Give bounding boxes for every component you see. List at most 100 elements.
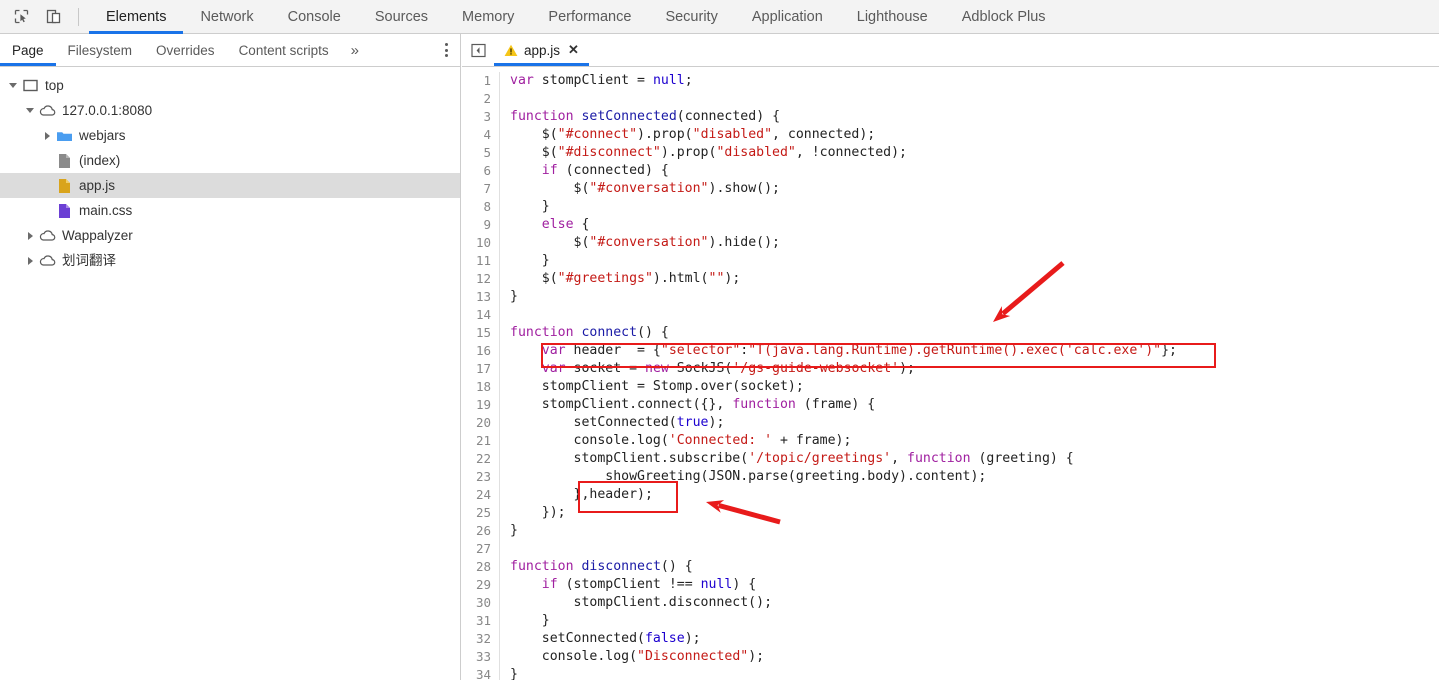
line-content[interactable]: var header = {"selector":"T(java.lang.Ru… — [500, 342, 1177, 360]
line-content[interactable]: var socket = new SockJS('/gs-guide-webso… — [500, 360, 915, 378]
line-content[interactable]: } — [500, 666, 518, 680]
panel-tab-memory[interactable]: Memory — [445, 0, 531, 34]
twisty-right-icon[interactable] — [23, 229, 37, 243]
tree-item-top[interactable]: top — [0, 73, 460, 98]
line-number[interactable]: 31 — [462, 612, 500, 630]
panel-tab-network[interactable]: Network — [183, 0, 270, 34]
line-number[interactable]: 12 — [462, 270, 500, 288]
tree-item-index[interactable]: (index) — [0, 148, 460, 173]
twisty-right-icon[interactable] — [23, 254, 37, 268]
line-content[interactable]: $("#disconnect").prop("disabled", !conne… — [500, 144, 907, 162]
line-number[interactable]: 34 — [462, 666, 500, 680]
line-number[interactable]: 33 — [462, 648, 500, 666]
line-content[interactable]: if (stompClient !== null) { — [500, 576, 756, 594]
line-content[interactable]: showGreeting(JSON.parse(greeting.body).c… — [500, 468, 986, 486]
line-number[interactable]: 8 — [462, 198, 500, 216]
line-content[interactable]: } — [500, 252, 550, 270]
line-number[interactable]: 14 — [462, 306, 500, 324]
nav-tab-overrides[interactable]: Overrides — [144, 34, 227, 66]
nav-tab-page[interactable]: Page — [0, 34, 56, 66]
line-number[interactable]: 9 — [462, 216, 500, 234]
line-content[interactable]: $("#greetings").html(""); — [500, 270, 741, 288]
line-number[interactable]: 11 — [462, 252, 500, 270]
line-number[interactable]: 10 — [462, 234, 500, 252]
line-content[interactable]: setConnected(false); — [500, 630, 701, 648]
panel-tab-console[interactable]: Console — [271, 0, 358, 34]
line-content[interactable]: stompClient = Stomp.over(socket); — [500, 378, 804, 396]
close-icon[interactable]: ✕ — [568, 42, 579, 58]
line-content[interactable]: $("#conversation").show(); — [500, 180, 780, 198]
line-number[interactable]: 24 — [462, 486, 500, 504]
line-number[interactable]: 7 — [462, 180, 500, 198]
line-number[interactable]: 29 — [462, 576, 500, 594]
line-content[interactable]: setConnected(true); — [500, 414, 725, 432]
line-number[interactable]: 25 — [462, 504, 500, 522]
line-content[interactable]: function connect() { — [500, 324, 669, 342]
line-content[interactable]: } — [500, 522, 518, 540]
line-number[interactable]: 6 — [462, 162, 500, 180]
collapse-sidebar-icon[interactable] — [462, 34, 494, 66]
line-content[interactable]: stompClient.disconnect(); — [500, 594, 773, 612]
line-content[interactable]: } — [500, 612, 550, 630]
line-content[interactable]: else { — [500, 216, 590, 234]
line-number[interactable]: 27 — [462, 540, 500, 558]
tree-item-main-css[interactable]: main.css — [0, 198, 460, 223]
inspect-cursor-icon[interactable] — [8, 5, 34, 29]
line-content[interactable]: stompClient.subscribe('/topic/greetings'… — [500, 450, 1074, 468]
line-content[interactable] — [500, 540, 510, 558]
panel-tab-elements[interactable]: Elements — [89, 0, 184, 34]
kebab-menu-icon[interactable] — [432, 34, 460, 66]
line-number[interactable]: 26 — [462, 522, 500, 540]
device-toolbar-icon[interactable] — [40, 5, 66, 29]
line-content[interactable]: $("#connect").prop("disabled", connected… — [500, 126, 876, 144]
tree-item-webjars[interactable]: webjars — [0, 123, 460, 148]
tree-item-origin[interactable]: 127.0.0.1:8080 — [0, 98, 460, 123]
line-number[interactable]: 3 — [462, 108, 500, 126]
line-content[interactable]: function disconnect() { — [500, 558, 693, 576]
line-number[interactable]: 15 — [462, 324, 500, 342]
line-content[interactable]: if (connected) { — [500, 162, 669, 180]
line-number[interactable]: 20 — [462, 414, 500, 432]
tree-item-app-js[interactable]: app.js — [0, 173, 460, 198]
line-content[interactable]: }); — [500, 504, 566, 522]
line-number[interactable]: 5 — [462, 144, 500, 162]
chevron-double-right-icon[interactable]: » — [341, 34, 369, 66]
line-number[interactable]: 18 — [462, 378, 500, 396]
line-content[interactable] — [500, 90, 510, 108]
nav-tab-content-scripts[interactable]: Content scripts — [227, 34, 341, 66]
line-number[interactable]: 16 — [462, 342, 500, 360]
line-content[interactable]: var stompClient = null; — [500, 72, 693, 90]
line-content[interactable]: stompClient.connect({}, function (frame)… — [500, 396, 876, 414]
code-viewer[interactable]: 1 var stompClient = null; 2 3 function setCo… — [462, 68, 1439, 680]
line-content[interactable]: function setConnected(connected) { — [500, 108, 780, 126]
line-number[interactable]: 22 — [462, 450, 500, 468]
tree-item-huaci-fanyi[interactable]: 划词翻译 — [0, 248, 460, 273]
line-number[interactable]: 4 — [462, 126, 500, 144]
line-number[interactable]: 17 — [462, 360, 500, 378]
line-content[interactable]: } — [500, 288, 518, 306]
line-number[interactable]: 28 — [462, 558, 500, 576]
panel-tab-performance[interactable]: Performance — [531, 0, 648, 34]
twisty-down-icon[interactable] — [6, 79, 20, 93]
line-number[interactable]: 21 — [462, 432, 500, 450]
panel-tab-sources[interactable]: Sources — [358, 0, 445, 34]
line-number[interactable]: 19 — [462, 396, 500, 414]
line-number[interactable]: 13 — [462, 288, 500, 306]
editor-tab-app-js[interactable]: app.js ✕ — [494, 34, 589, 66]
line-number[interactable]: 30 — [462, 594, 500, 612]
line-content[interactable] — [500, 306, 510, 324]
panel-tab-security[interactable]: Security — [648, 0, 734, 34]
panel-tab-application[interactable]: Application — [735, 0, 840, 34]
line-number[interactable]: 32 — [462, 630, 500, 648]
line-content[interactable]: console.log("Disconnected"); — [500, 648, 764, 666]
panel-tab-adblock-plus[interactable]: Adblock Plus — [945, 0, 1063, 34]
tree-item-wappalyzer[interactable]: Wappalyzer — [0, 223, 460, 248]
line-number[interactable]: 23 — [462, 468, 500, 486]
twisty-right-icon[interactable] — [40, 129, 54, 143]
line-content[interactable]: } — [500, 198, 550, 216]
line-number[interactable]: 1 — [462, 72, 500, 90]
panel-tab-lighthouse[interactable]: Lighthouse — [840, 0, 945, 34]
line-content[interactable]: $("#conversation").hide(); — [500, 234, 780, 252]
twisty-down-icon[interactable] — [23, 104, 37, 118]
line-number[interactable]: 2 — [462, 90, 500, 108]
